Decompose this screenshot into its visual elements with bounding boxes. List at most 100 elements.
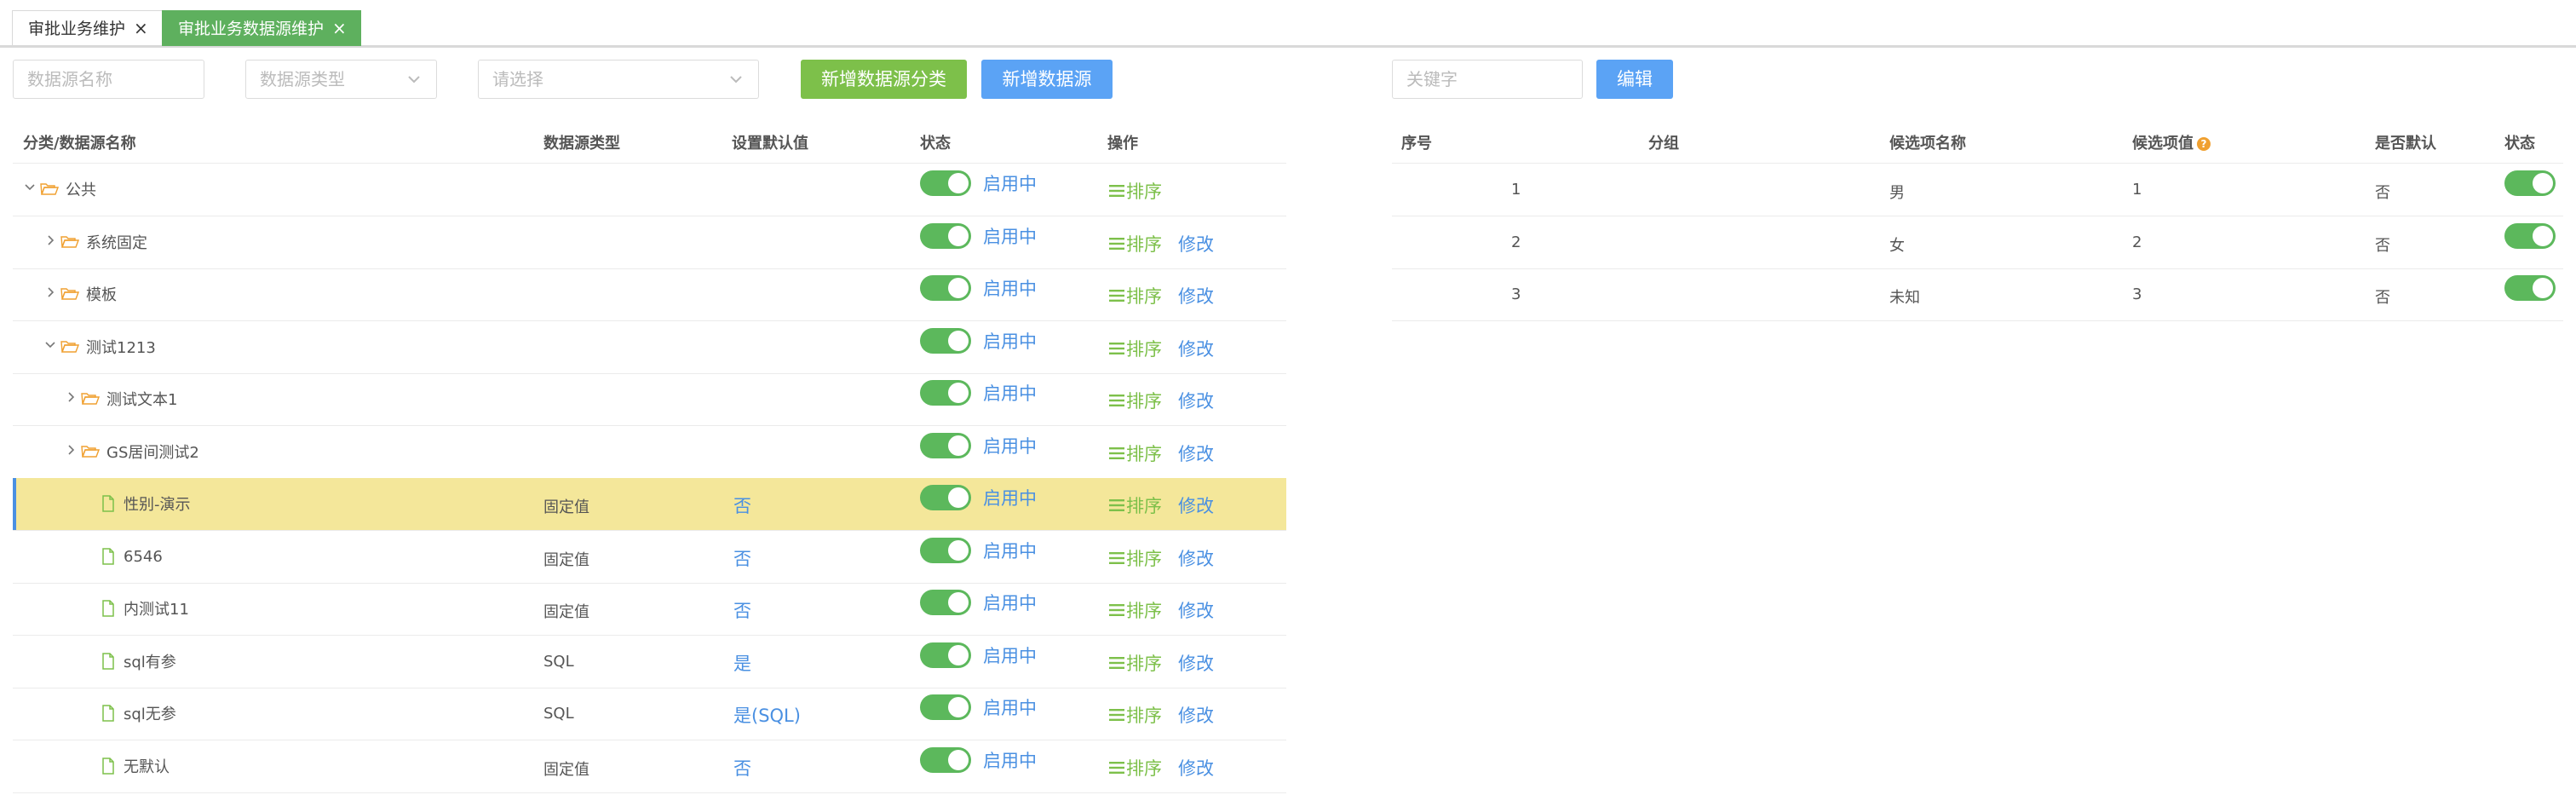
edit-link[interactable]: 修改 [1178,597,1214,623]
chevron-right-icon[interactable] [43,285,60,303]
category-select[interactable]: 请选择 [478,60,759,99]
sort-button[interactable]: 排序 [1109,283,1162,308]
tree-node[interactable]: 公共 [23,179,96,199]
sort-button[interactable]: 排序 [1109,231,1162,256]
table-row[interactable]: 6546 固定值 否 启用中 排序 修改 [13,531,1286,583]
sort-button[interactable]: 排序 [1109,702,1162,728]
table-row[interactable]: 系统固定 启用中 排序 修改 [13,216,1286,268]
table-row[interactable]: 公共 启用中 排序 [13,164,1286,216]
table-row[interactable]: sql无参 SQL 是(SQL) 启用中 排序 修改 [13,688,1286,740]
edit-link[interactable]: 修改 [1178,650,1214,676]
menu-lines-icon [1109,657,1124,669]
tree-node[interactable]: 性别-演示 [84,493,191,514]
status-toggle[interactable] [920,538,971,563]
row-divider [13,792,1286,793]
status-toggle[interactable] [920,170,971,196]
datasource-name-input[interactable]: 数据源名称 [13,60,204,99]
edit-link[interactable]: 修改 [1178,441,1214,466]
status-toggle[interactable] [920,433,971,458]
add-category-button[interactable]: 新增数据源分类 [801,60,967,99]
tab-bar: 审批业务维护 × 审批业务数据源维护 × [0,0,2576,48]
default-value-link[interactable]: 是 [733,650,751,676]
tree-node[interactable]: 测试文本1 [64,389,177,409]
tree-node-label: 无默认 [124,758,170,776]
edit-link[interactable]: 修改 [1178,231,1214,256]
close-icon[interactable]: × [134,18,148,38]
sort-label: 排序 [1126,181,1162,202]
table-row[interactable]: 性别-演示 固定值 否 启用中 排序 修改 [13,478,1286,530]
sort-button[interactable]: 排序 [1109,650,1162,676]
sort-button[interactable]: 排序 [1109,597,1162,623]
option-value: 1 [2132,181,2142,199]
edit-link[interactable]: 修改 [1178,545,1214,571]
tree-node[interactable]: 内测试11 [84,598,189,619]
default-value-link[interactable]: 否 [733,597,751,623]
sort-button[interactable]: 排序 [1109,336,1162,361]
sort-button[interactable]: 排序 [1109,545,1162,571]
edit-link[interactable]: 修改 [1178,336,1214,361]
status-text: 启用中 [983,383,1037,404]
tree-node[interactable]: 测试1213 [43,337,156,357]
tree-node[interactable]: sql无参 [84,703,176,723]
tree-node[interactable]: 模板 [43,284,117,304]
chevron-right-icon[interactable] [64,390,81,408]
sort-button[interactable]: 排序 [1109,388,1162,413]
chevron-down-icon[interactable] [23,181,40,199]
status-toggle[interactable] [2504,223,2556,249]
sort-button[interactable]: 排序 [1109,441,1162,466]
edit-link[interactable]: 修改 [1178,388,1214,413]
tab-approval-business[interactable]: 审批业务维护 × [12,10,163,46]
table-row[interactable]: 2 女 2 否 [1392,216,2563,268]
sort-button[interactable]: 排序 [1109,178,1162,204]
add-datasource-button[interactable]: 新增数据源 [981,60,1113,99]
chevron-right-icon[interactable] [64,443,81,461]
table-row[interactable]: 内测试11 固定值 否 启用中 排序 修改 [13,583,1286,635]
edit-link[interactable]: 修改 [1178,283,1214,308]
table-row[interactable]: 测试文本1 启用中 排序 修改 [13,373,1286,425]
status-toggle[interactable] [920,223,971,249]
status-toggle[interactable] [920,275,971,301]
file-icon [102,705,114,722]
status-toggle[interactable] [920,380,971,406]
table-row[interactable]: 1 男 1 否 [1392,164,2563,216]
status-toggle[interactable] [920,642,971,668]
tree-node[interactable]: 6546 [84,546,163,567]
datasource-type-select[interactable]: 数据源类型 [245,60,437,99]
close-icon[interactable]: × [332,18,347,38]
tree-node[interactable]: 系统固定 [43,232,147,252]
chevron-right-icon[interactable] [43,233,60,251]
status-toggle[interactable] [2504,275,2556,301]
edit-link[interactable]: 修改 [1178,702,1214,728]
edit-button[interactable]: 编辑 [1596,60,1673,99]
tree-node[interactable]: GS居间测试2 [64,441,199,462]
status-toggle[interactable] [920,694,971,720]
default-value-link[interactable]: 否 [733,493,751,518]
status-toggle[interactable] [2504,170,2556,196]
sort-button[interactable]: 排序 [1109,493,1162,518]
tree-node[interactable]: 无默认 [84,756,170,776]
status-toggle[interactable] [920,485,971,510]
edit-link[interactable]: 修改 [1178,493,1214,518]
table-row[interactable]: 无默认 固定值 否 启用中 排序 修改 [13,740,1286,792]
table-row[interactable]: sql有参 SQL 是 启用中 排序 修改 [13,636,1286,688]
folder-open-icon [60,236,79,248]
table-row[interactable]: 测试1213 启用中 排序 修改 [13,321,1286,373]
help-icon[interactable]: ? [2197,137,2211,151]
default-value-link[interactable]: 是(SQL) [733,702,801,728]
keyword-input[interactable]: 关键字 [1392,60,1583,99]
table-row[interactable]: GS居间测试2 启用中 排序 修改 [13,426,1286,478]
status-toggle[interactable] [920,590,971,615]
sort-button[interactable]: 排序 [1109,755,1162,781]
default-value-link[interactable]: 否 [733,755,751,781]
edit-link[interactable]: 修改 [1178,755,1214,781]
tab-approval-datasource[interactable]: 审批业务数据源维护 × [162,10,361,46]
option-name: 女 [1889,237,1905,255]
default-value-link[interactable]: 否 [733,545,751,571]
table-row[interactable]: 模板 启用中 排序 修改 [13,268,1286,320]
chevron-down-icon[interactable] [43,338,60,356]
status-toggle[interactable] [920,328,971,354]
tree-node[interactable]: sql有参 [84,651,176,671]
table-row[interactable]: 3 未知 3 否 [1392,268,2563,320]
status-toggle[interactable] [920,747,971,773]
header-default: 设置默认值 [732,135,808,153]
